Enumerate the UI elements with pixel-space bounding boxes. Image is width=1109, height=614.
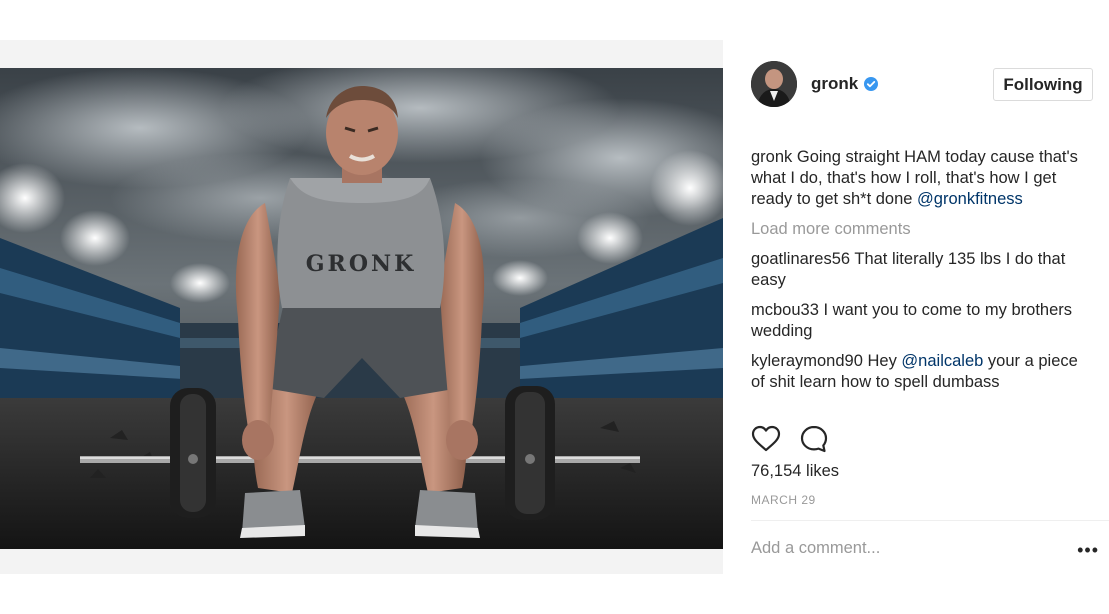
caption-text: Going straight HAM today cause that's wh… — [751, 148, 1078, 208]
likes-count[interactable]: 76,154 likes — [751, 462, 839, 481]
caption-username[interactable]: gronk — [751, 148, 792, 166]
list-item: mcbou33 I want you to come to my brother… — [751, 300, 1091, 342]
avatar[interactable] — [751, 61, 797, 107]
caption-mention-link[interactable]: @gronkfitness — [917, 190, 1023, 208]
comment-username[interactable]: goatlinares56 — [751, 250, 850, 268]
post-image: GRONK — [0, 68, 723, 549]
list-item: goatlinares56 That literally 135 lbs I d… — [751, 249, 1091, 291]
list-item: kyleraymond90 Hey @nailcaleb your a piec… — [751, 351, 1091, 393]
heart-icon[interactable] — [751, 424, 781, 454]
comment-username[interactable]: kyleraymond90 — [751, 352, 863, 370]
following-button[interactable]: Following — [993, 68, 1093, 101]
instagram-post: GRONK gronk Following gronk Going straig… — [0, 0, 1109, 614]
add-comment-input[interactable] — [751, 539, 1051, 558]
comment-mention-link[interactable]: @nailcaleb — [901, 352, 983, 370]
comments-list: gronk Going straight HAM today cause tha… — [751, 147, 1091, 402]
post-photo[interactable]: GRONK — [0, 68, 723, 549]
action-bar — [751, 424, 829, 454]
verified-badge-icon — [864, 77, 879, 91]
photo-frame: GRONK — [0, 40, 723, 574]
post-panel: gronk Following gronk Going straight HAM… — [723, 40, 1109, 574]
post-date: MARCH 29 — [751, 493, 816, 507]
username[interactable]: gronk — [811, 74, 858, 94]
divider — [751, 520, 1109, 521]
caption: gronk Going straight HAM today cause tha… — [751, 147, 1091, 210]
comment-text: Hey — [867, 352, 897, 370]
post-header: gronk Following — [751, 60, 1101, 108]
comment-icon[interactable] — [799, 424, 829, 454]
comment-username[interactable]: mcbou33 — [751, 301, 819, 319]
more-options-icon[interactable]: ••• — [1077, 540, 1099, 561]
load-more-comments-link[interactable]: Load more comments — [751, 219, 1091, 240]
shirt-text: GRONK — [306, 251, 416, 277]
